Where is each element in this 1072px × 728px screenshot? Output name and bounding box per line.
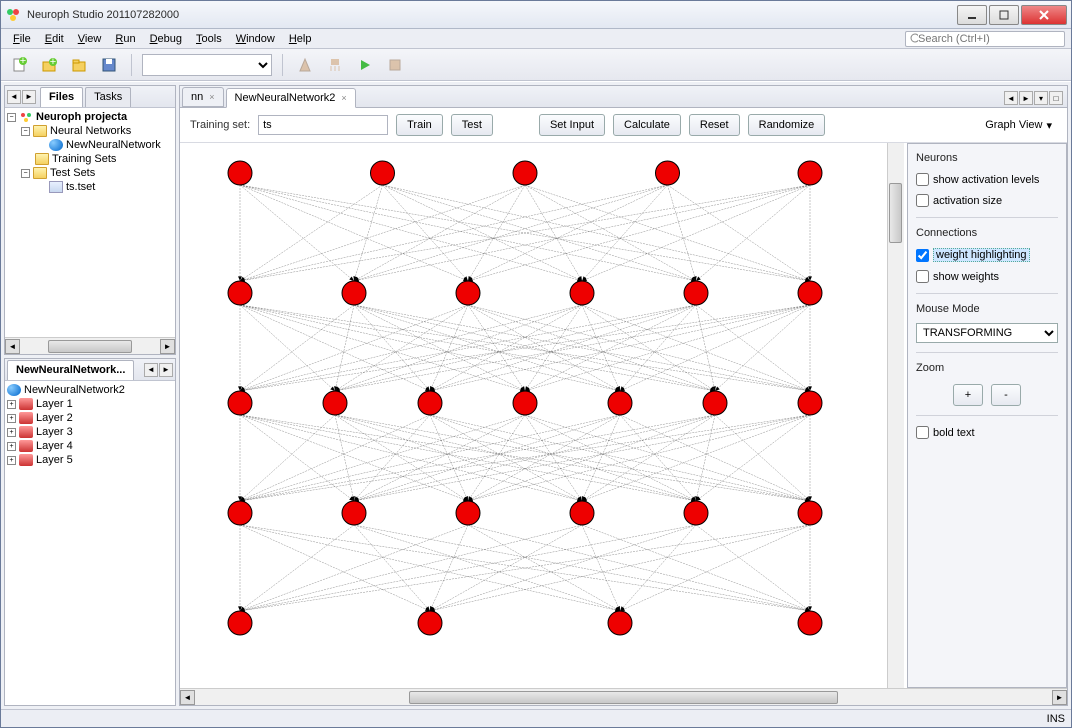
test-button[interactable]: Test <box>451 114 493 136</box>
tree-neural-networks[interactable]: −Neural Networks <box>7 124 173 138</box>
insert-mode-indicator: INS <box>1047 713 1065 725</box>
training-set-input[interactable] <box>258 115 388 135</box>
navigator-tree: NewNeuralNetwork2 +Layer 1 +Layer 2 +Lay… <box>7 383 173 467</box>
svg-text:+: + <box>50 57 56 68</box>
statusbar: INS <box>1 709 1071 727</box>
titlebar: Neuroph Studio 201107282000 <box>1 1 1071 29</box>
search-icon <box>910 33 918 45</box>
window-title: Neuroph Studio 201107282000 <box>27 9 955 21</box>
activation-size-checkbox[interactable]: activation size <box>916 193 1058 208</box>
panel-nav-left-icon[interactable]: ◄ <box>7 90 21 104</box>
project-tree: −Neuroph projecta −Neural Networks NewNe… <box>7 110 173 194</box>
editor-tab-nn[interactable]: nn× <box>182 87 224 107</box>
nav-layer-5[interactable]: +Layer 5 <box>7 453 173 467</box>
view-selector[interactable]: Graph View▾ <box>980 116 1057 135</box>
zoom-in-button[interactable]: + <box>953 384 983 406</box>
tab-scroll-left-icon[interactable]: ◄ <box>1004 91 1018 105</box>
tree-ts-item[interactable]: ts.tset <box>7 180 173 194</box>
zoom-title: Zoom <box>916 362 1058 374</box>
tab-dropdown-icon[interactable]: ▾ <box>1034 91 1048 105</box>
menu-view[interactable]: View <box>72 31 108 47</box>
clean-button[interactable] <box>323 53 347 77</box>
network-svg <box>180 143 870 683</box>
maximize-button[interactable] <box>989 5 1019 25</box>
nav-root[interactable]: NewNeuralNetwork2 <box>7 383 173 397</box>
zoom-out-button[interactable]: - <box>991 384 1021 406</box>
calculate-button[interactable]: Calculate <box>613 114 681 136</box>
menu-run[interactable]: Run <box>109 31 141 47</box>
editor-tabs: nn× NewNeuralNetwork2× ◄ ► ▾ □ <box>179 85 1068 107</box>
run-button[interactable] <box>353 53 377 77</box>
menu-tools[interactable]: Tools <box>190 31 228 47</box>
tree-root[interactable]: −Neuroph projecta <box>7 110 173 124</box>
tree-training-sets[interactable]: Training Sets <box>7 152 173 166</box>
tab-maximize-icon[interactable]: □ <box>1049 91 1063 105</box>
new-project-button[interactable]: + <box>37 53 61 77</box>
close-tab-icon[interactable]: × <box>341 93 346 103</box>
nav-layer-2[interactable]: +Layer 2 <box>7 411 173 425</box>
navigator-panel: NewNeuralNetwork... ◄► NewNeuralNetwork2… <box>4 358 176 706</box>
panel-nav-right-icon[interactable]: ► <box>22 90 36 104</box>
nav-right-icon[interactable]: ► <box>159 363 173 377</box>
menu-help[interactable]: Help <box>283 31 318 47</box>
neurons-group-title: Neurons <box>916 152 1058 164</box>
weight-highlighting-checkbox[interactable]: weight highlighting <box>916 247 1058 263</box>
files-tab[interactable]: Files <box>40 87 83 107</box>
app-icon <box>5 7 21 23</box>
tab-scroll-right-icon[interactable]: ► <box>1019 91 1033 105</box>
editor-toolbar: Training set: Train Test Set Input Calcu… <box>180 108 1067 143</box>
build-button[interactable] <box>293 53 317 77</box>
menu-debug[interactable]: Debug <box>144 31 188 47</box>
close-tab-icon[interactable]: × <box>209 92 214 102</box>
save-button[interactable] <box>97 53 121 77</box>
view-options-panel: Neurons show activation levels activatio… <box>907 143 1067 688</box>
nav-layer-4[interactable]: +Layer 4 <box>7 439 173 453</box>
debug-button[interactable] <box>383 53 407 77</box>
show-weights-checkbox[interactable]: show weights <box>916 269 1058 284</box>
canvas-vscroll[interactable] <box>887 143 904 688</box>
menu-file[interactable]: File <box>7 31 37 47</box>
menu-edit[interactable]: Edit <box>39 31 70 47</box>
menubar: File Edit View Run Debug Tools Window He… <box>1 29 1071 49</box>
randomize-button[interactable]: Randomize <box>748 114 826 136</box>
close-button[interactable] <box>1021 5 1067 25</box>
nav-left-icon[interactable]: ◄ <box>144 363 158 377</box>
tasks-tab[interactable]: Tasks <box>85 87 131 107</box>
tree-nn-item[interactable]: NewNeuralNetwork <box>7 138 173 152</box>
svg-text:+: + <box>20 57 26 67</box>
editor-tab-nn2[interactable]: NewNeuralNetwork2× <box>226 88 356 108</box>
canvas-hscroll[interactable]: ◄► <box>180 688 1067 705</box>
open-button[interactable] <box>67 53 91 77</box>
files-hscroll[interactable]: ◄► <box>5 337 175 354</box>
search-box[interactable] <box>905 31 1065 47</box>
nav-layer-1[interactable]: +Layer 1 <box>7 397 173 411</box>
train-button[interactable]: Train <box>396 114 443 136</box>
menu-window[interactable]: Window <box>230 31 281 47</box>
minimize-button[interactable] <box>957 5 987 25</box>
search-input[interactable] <box>918 33 1060 45</box>
set-input-button[interactable]: Set Input <box>539 114 605 136</box>
bold-text-checkbox[interactable]: bold text <box>916 425 1058 440</box>
main-toolbar: + + <box>1 49 1071 81</box>
tree-test-sets[interactable]: −Test Sets <box>7 166 173 180</box>
config-combo[interactable] <box>142 54 272 76</box>
mouse-mode-title: Mouse Mode <box>916 303 1058 315</box>
dropdown-icon: ▾ <box>1046 119 1052 132</box>
reset-button[interactable]: Reset <box>689 114 740 136</box>
files-panel: ◄► Files Tasks −Neuroph projecta −Neural… <box>4 85 176 355</box>
training-set-label: Training set: <box>190 119 250 131</box>
connections-group-title: Connections <box>916 227 1058 239</box>
new-file-button[interactable]: + <box>7 53 31 77</box>
navigator-tab[interactable]: NewNeuralNetwork... <box>7 360 134 380</box>
nav-layer-3[interactable]: +Layer 3 <box>7 425 173 439</box>
network-canvas[interactable] <box>180 143 887 688</box>
show-activation-checkbox[interactable]: show activation levels <box>916 172 1058 187</box>
mouse-mode-select[interactable]: TRANSFORMING <box>916 323 1058 343</box>
